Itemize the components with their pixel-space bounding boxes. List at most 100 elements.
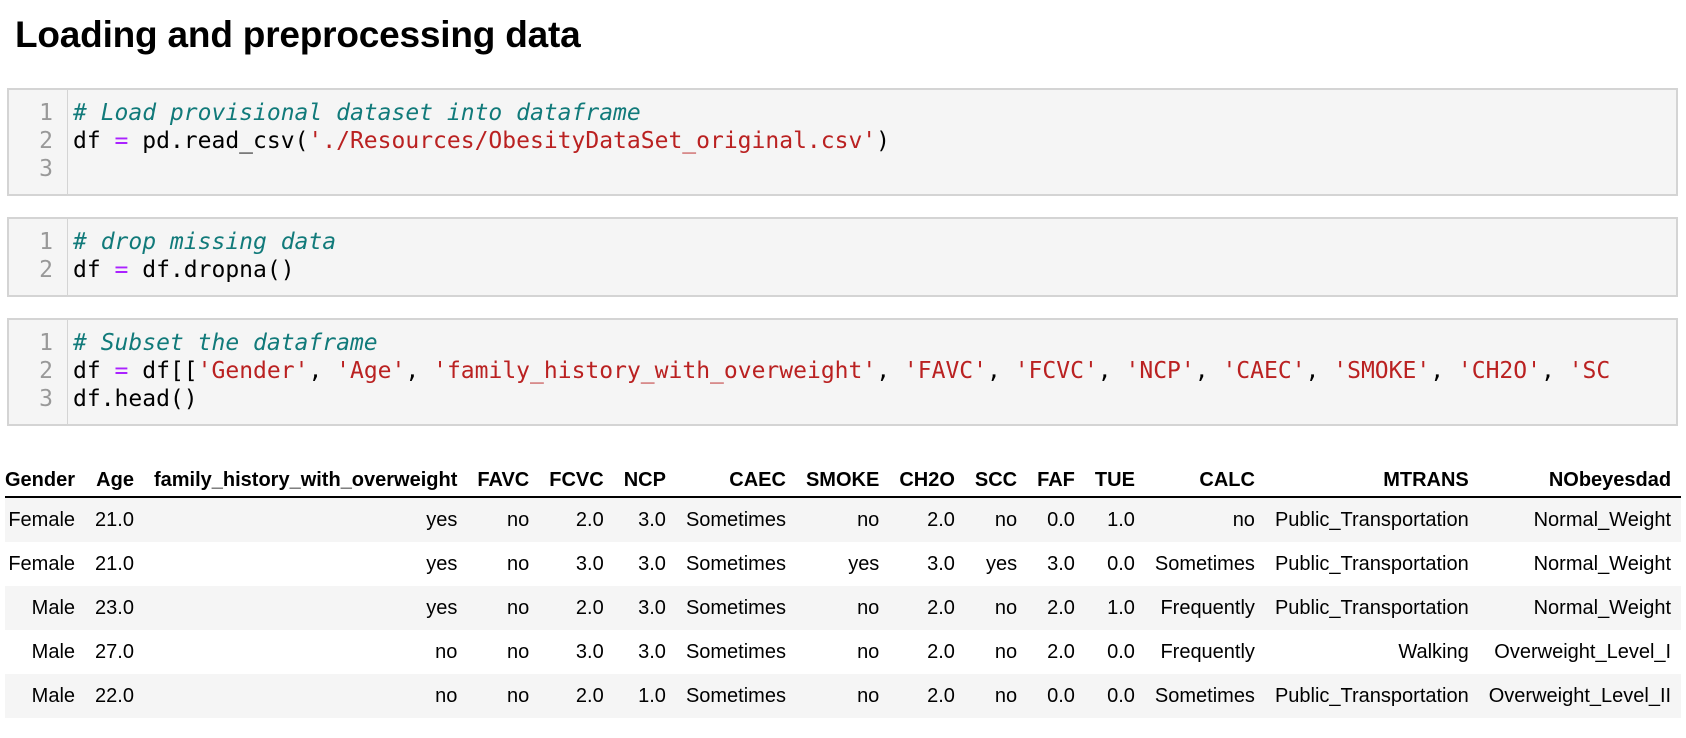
table-cell: yes bbox=[986, 552, 1018, 575]
table-cell: 0.0 bbox=[1047, 684, 1075, 707]
table-cell: Normal_Weight bbox=[1533, 508, 1672, 531]
table-cell: no bbox=[994, 684, 1018, 707]
column-header: Gender bbox=[5, 464, 86, 498]
table-cell: 21.0 bbox=[95, 508, 134, 531]
code-cell-dropna[interactable]: 12 # drop missing data df = df.dropna() bbox=[7, 217, 1678, 297]
code-line: # drop missing data bbox=[73, 228, 336, 256]
table-cell: Normal_Weight bbox=[1533, 552, 1672, 575]
table-cell: 3.0 bbox=[575, 640, 604, 663]
column-header: FAVC bbox=[467, 464, 540, 498]
line-number-gutter: 123 bbox=[9, 320, 68, 424]
code-token: = bbox=[114, 128, 129, 154]
code-token: df bbox=[73, 358, 115, 384]
table-cell: no bbox=[507, 640, 530, 663]
code-token: , bbox=[308, 358, 337, 384]
table-cell: 2.0 bbox=[1047, 640, 1075, 663]
table-row: Female 21.0 yes no 2.0 3.0 Sometimes no 2.0 no 0.0… bbox=[5, 497, 1682, 542]
code-token: pd.read_csv( bbox=[128, 128, 309, 154]
code-token: , bbox=[1540, 358, 1569, 384]
table-body: Female 21.0 yes no 2.0 3.0 Sometimes no 2.0 no 0.0… bbox=[5, 497, 1682, 718]
code-token: df[[ bbox=[128, 358, 198, 384]
code-cell-load[interactable]: 123 # Load provisional dataset into data… bbox=[7, 88, 1678, 196]
table-cell: no bbox=[507, 596, 530, 619]
table-cell: 1.0 bbox=[638, 684, 666, 707]
line-number-gutter: 123 bbox=[9, 90, 68, 194]
code-token: 'SMOKE' bbox=[1333, 358, 1431, 384]
code-token: 'FCVC' bbox=[1014, 358, 1098, 384]
table-cell: no bbox=[507, 552, 530, 575]
table-cell: 3.0 bbox=[638, 596, 666, 619]
code-token: , bbox=[1194, 358, 1223, 384]
table-cell: 2.0 bbox=[575, 508, 604, 531]
code-token: , bbox=[987, 358, 1015, 384]
table-cell: 27.0 bbox=[95, 640, 134, 663]
code-line: df = df.dropna() bbox=[73, 256, 295, 284]
table-cell: Normal_Weight bbox=[1533, 596, 1672, 619]
table-row: Male 23.0 yes no 2.0 3.0 Sometimes no 2.0 no 2.0 1.… bbox=[5, 586, 1682, 630]
table-cell: 0.0 bbox=[1047, 508, 1075, 531]
table-cell: 2.0 bbox=[927, 508, 955, 531]
table-cell: Female bbox=[8, 552, 76, 575]
table-cell: yes bbox=[426, 552, 458, 575]
table-cell: Overweight_Level_I bbox=[1494, 640, 1672, 663]
table-cell: 0.0 bbox=[1107, 640, 1135, 663]
table-cell: Public_Transportation bbox=[1274, 552, 1469, 575]
table-cell: 0.0 bbox=[1107, 684, 1135, 707]
line-number: 1 bbox=[39, 229, 53, 255]
table-cell: Female bbox=[8, 508, 76, 531]
code-token: # drop missing data bbox=[73, 229, 337, 255]
column-header: SCC bbox=[964, 464, 1028, 498]
table-cell: 2.0 bbox=[575, 684, 604, 707]
column-header: FCVC bbox=[539, 464, 614, 498]
table-cell: 22.0 bbox=[95, 684, 134, 707]
table-cell: Male bbox=[31, 596, 76, 619]
table-cell: Public_Transportation bbox=[1274, 508, 1469, 531]
code-token: './Resources/ObesityDataSet_original.csv… bbox=[308, 128, 877, 154]
table-cell: 2.0 bbox=[1047, 596, 1075, 619]
code-token: df.dropna() bbox=[128, 257, 295, 283]
table-cell: no bbox=[994, 640, 1018, 663]
table-cell: no bbox=[507, 508, 530, 531]
table-cell: no bbox=[435, 684, 458, 707]
code-token: 'Age' bbox=[336, 358, 406, 384]
table-cell: 2.0 bbox=[575, 596, 604, 619]
table-cell: yes bbox=[848, 552, 880, 575]
code-token: 'CAEC' bbox=[1222, 358, 1306, 384]
table-cell: 3.0 bbox=[927, 552, 955, 575]
table-cell: Public_Transportation bbox=[1274, 596, 1469, 619]
line-number: 1 bbox=[39, 330, 53, 356]
section-heading: Loading and preprocessing data bbox=[15, 14, 581, 55]
line-number: 2 bbox=[39, 128, 53, 154]
code-token: # Subset the dataframe bbox=[73, 330, 378, 356]
column-header: CAEC bbox=[675, 464, 796, 498]
code-line: df = df[['Gender', 'Age', 'family_histor… bbox=[73, 357, 1610, 385]
table-cell: Overweight_Level_II bbox=[1488, 684, 1672, 707]
table-cell: no bbox=[1232, 508, 1255, 531]
column-header: CALC bbox=[1144, 464, 1265, 498]
table-cell: Sometimes bbox=[1154, 684, 1255, 707]
code-token: , bbox=[405, 358, 434, 384]
table-cell: 3.0 bbox=[638, 640, 666, 663]
table-cell: no bbox=[857, 684, 880, 707]
table-cell: Sometimes bbox=[685, 596, 786, 619]
table-cell: Sometimes bbox=[685, 552, 786, 575]
code-token: , bbox=[1305, 358, 1334, 384]
column-header: Age bbox=[85, 464, 144, 498]
code-line: # Subset the dataframe bbox=[73, 329, 378, 357]
table-cell: no bbox=[507, 684, 530, 707]
code-token: ) bbox=[876, 128, 891, 154]
table-cell: no bbox=[435, 640, 458, 663]
table-cell: 1.0 bbox=[1107, 596, 1135, 619]
code-token: 'FAVC' bbox=[903, 358, 987, 384]
column-header: CH2O bbox=[889, 464, 965, 498]
table-cell: no bbox=[994, 596, 1018, 619]
code-token: df.head() bbox=[73, 386, 198, 412]
table-cell: Frequently bbox=[1160, 596, 1255, 619]
table-cell: Sometimes bbox=[1154, 552, 1255, 575]
code-token: , bbox=[876, 358, 904, 384]
code-cell-subset[interactable]: 123 # Subset the dataframe df = df[['Gend… bbox=[7, 318, 1678, 426]
table-cell: yes bbox=[426, 596, 458, 619]
table-cell: 3.0 bbox=[638, 552, 666, 575]
column-header: MTRANS bbox=[1264, 464, 1479, 498]
table-cell: Public_Transportation bbox=[1274, 684, 1469, 707]
